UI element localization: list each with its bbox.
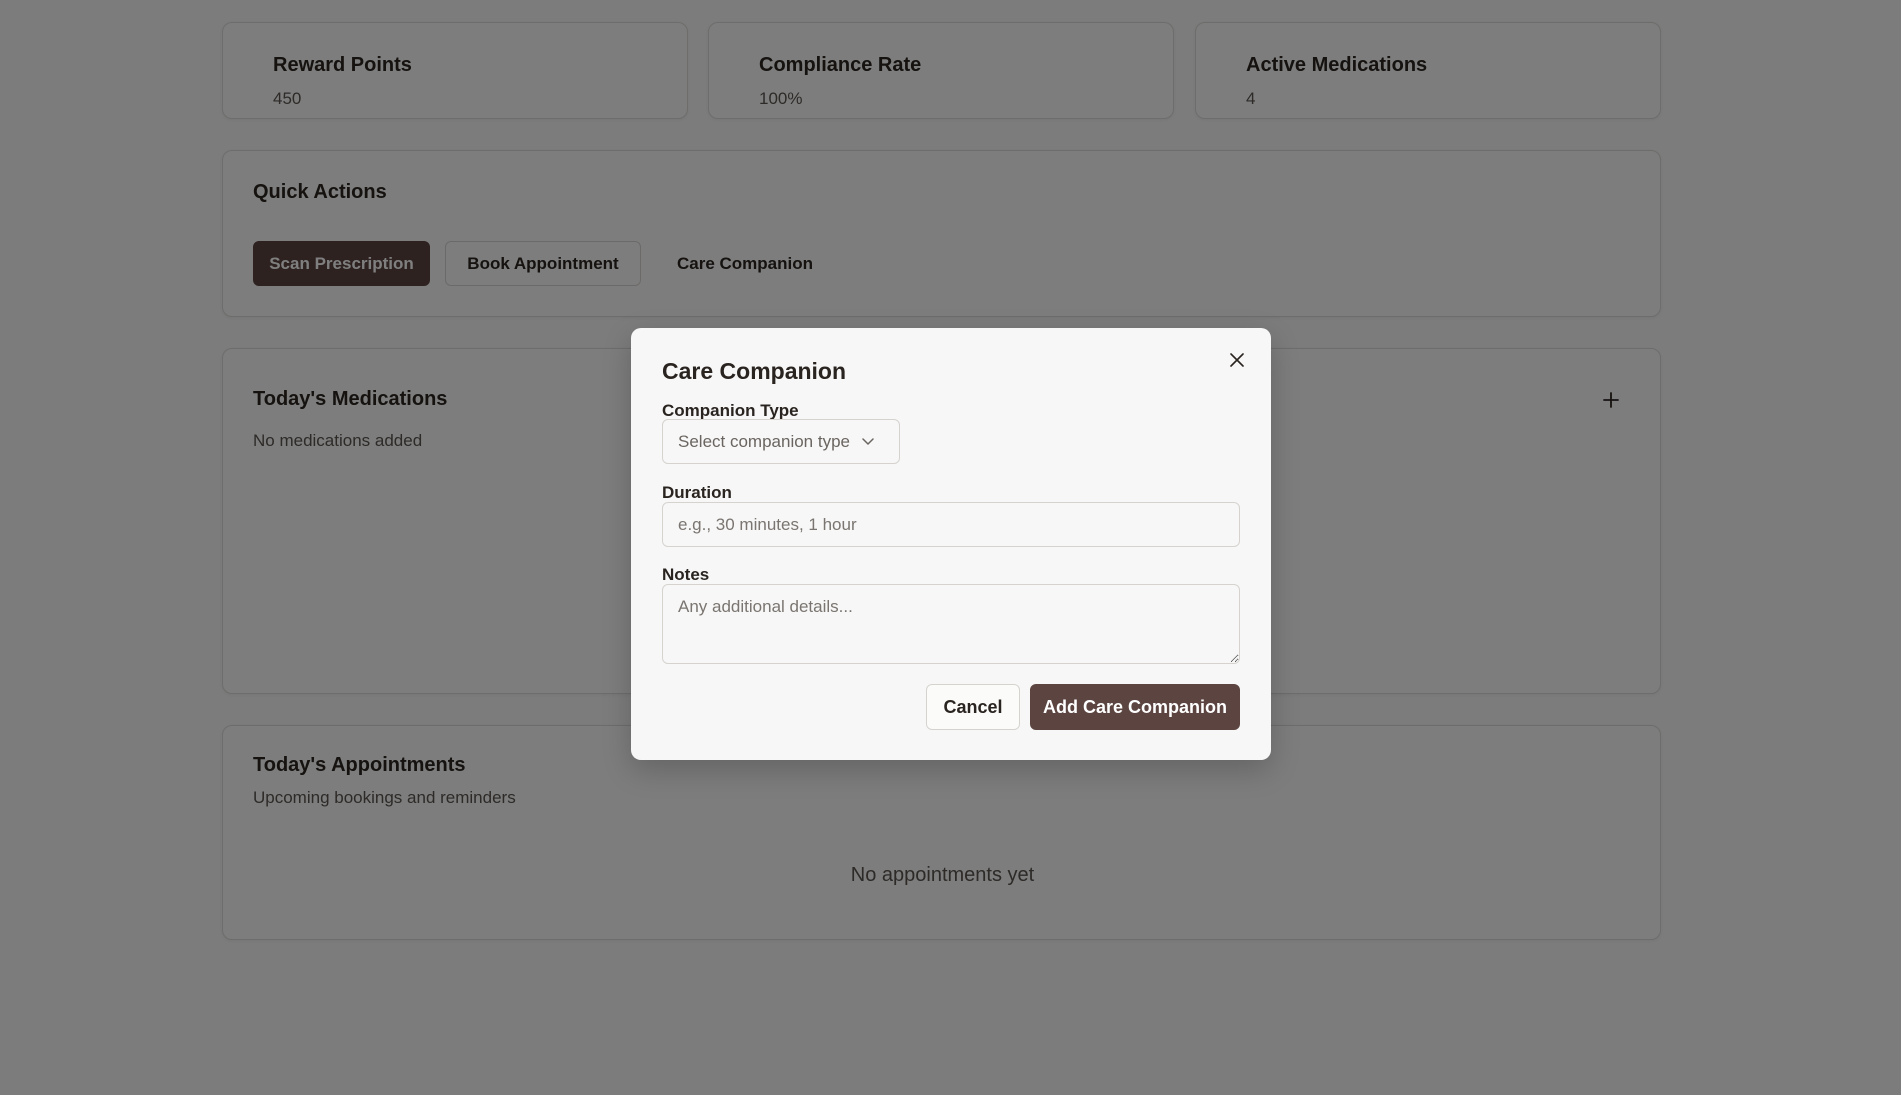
companion-type-select[interactable]: Select companion type [662, 419, 900, 464]
notes-label: Notes [662, 565, 710, 584]
companion-type-placeholder: Select companion type [678, 431, 850, 451]
dialog-title: Care Companion [662, 358, 847, 384]
close-icon[interactable] [1225, 348, 1249, 372]
duration-label: Duration [662, 483, 732, 502]
dashboard-page: Reward Points 450 Compliance Rate 100% A… [0, 0, 1901, 1095]
notes-textarea[interactable] [662, 584, 1240, 664]
cancel-button[interactable]: Cancel [926, 684, 1020, 730]
add-care-companion-button[interactable]: Add Care Companion [1030, 684, 1240, 730]
duration-input[interactable] [662, 502, 1240, 547]
chevron-down-icon [862, 437, 874, 446]
care-companion-dialog: Care Companion Companion Type Select com… [631, 328, 1271, 760]
companion-type-label: Companion Type [662, 401, 799, 420]
